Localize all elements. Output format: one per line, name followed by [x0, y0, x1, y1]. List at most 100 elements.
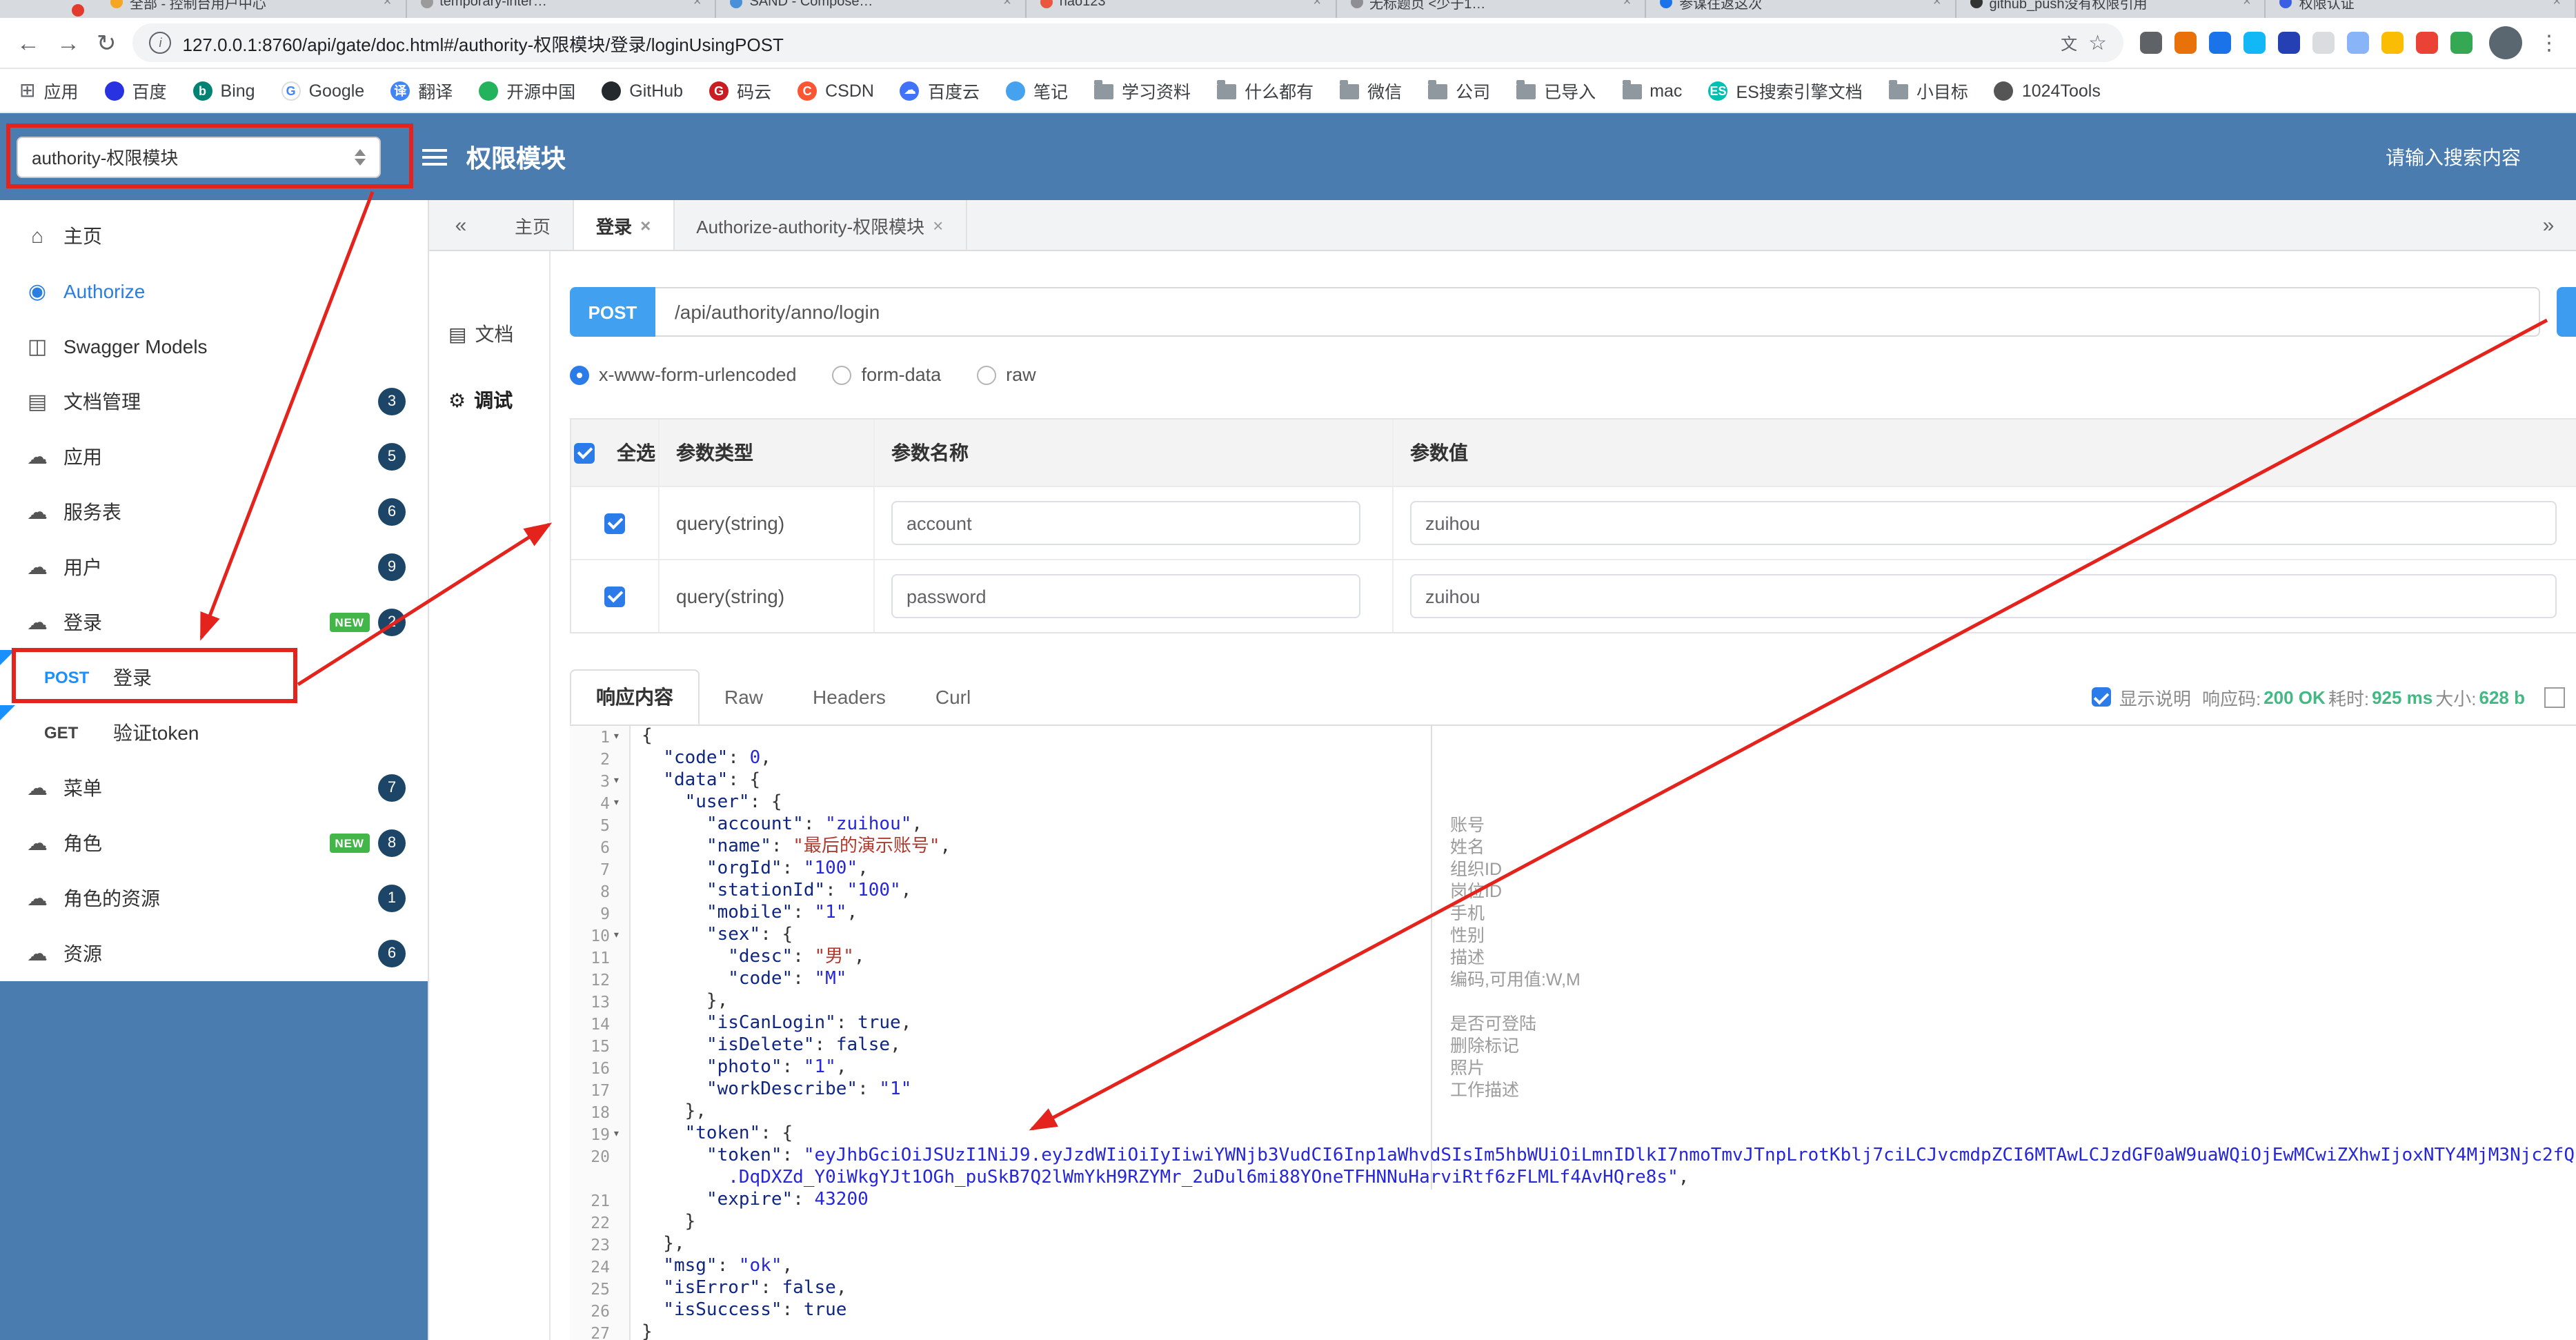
- browser-tab[interactable]: 全部 - 控制台用户中心 ×: [97, 0, 407, 18]
- browser-menu-icon[interactable]: ⋮: [2539, 30, 2559, 55]
- sidebar-item[interactable]: ◫ Swagger Models: [0, 319, 428, 374]
- tab-close-icon[interactable]: ×: [2553, 0, 2561, 9]
- bookmark-item[interactable]: ⊞ 应用: [19, 77, 79, 104]
- browser-tab[interactable]: hao123 ×: [1027, 0, 1336, 18]
- extension-icon[interactable]: [2140, 32, 2162, 54]
- document-tab[interactable]: Authorize-authority-权限模块 ×: [674, 200, 967, 250]
- forward-icon[interactable]: →: [57, 31, 80, 55]
- bookmark-item[interactable]: 微信: [1340, 77, 1402, 104]
- extension-icon[interactable]: [2278, 32, 2300, 54]
- fold-icon[interactable]: ▾: [613, 1123, 625, 1145]
- bookmark-item[interactable]: b Bing: [192, 81, 255, 100]
- response-tab[interactable]: Curl: [911, 669, 995, 725]
- sidebar-item[interactable]: ⌂ 主页: [0, 208, 428, 264]
- module-select[interactable]: authority-权限模块: [17, 136, 381, 177]
- bookmark-item[interactable]: ☁ 百度云: [900, 77, 980, 104]
- browser-tab[interactable]: 参谋往返这次 ×: [1646, 0, 1956, 18]
- send-button[interactable]: 发送: [2557, 287, 2576, 337]
- sidebar-item[interactable]: ▤ 文档管理 3: [0, 374, 428, 429]
- collapse-right-icon[interactable]: »: [2521, 213, 2576, 237]
- json-code[interactable]: 1 ▾{2 "code": 0, 3 ▾ "data": {4 ▾ "user": {5…: [570, 726, 2576, 1340]
- tab-close-icon[interactable]: ×: [1313, 0, 1321, 9]
- address-bar[interactable]: i 127.0.0.1:8760/api/gate/doc.html#/auth…: [132, 23, 2123, 62]
- row-checkbox[interactable]: [604, 586, 625, 607]
- sidebar-item[interactable]: ☁ 菜单 7: [0, 760, 428, 816]
- tab-close-icon[interactable]: ×: [2243, 0, 2251, 9]
- tab-close-icon[interactable]: ×: [640, 215, 651, 235]
- extension-icon[interactable]: [2450, 32, 2473, 54]
- extension-icon[interactable]: [2243, 32, 2266, 54]
- bookmark-item[interactable]: G 码云: [709, 77, 771, 104]
- show-desc-checkbox[interactable]: [2091, 687, 2111, 707]
- bookmark-item[interactable]: G Google: [281, 81, 364, 100]
- bookmark-item[interactable]: ES ES搜索引擎文档: [1708, 77, 1863, 104]
- bookmark-star-icon[interactable]: ☆: [2088, 30, 2107, 55]
- tab-close-icon[interactable]: ×: [693, 0, 702, 9]
- extension-icon[interactable]: [2312, 32, 2335, 54]
- rail-tab[interactable]: ▤ 文档: [429, 301, 549, 367]
- extension-icon[interactable]: [2416, 32, 2438, 54]
- bookmark-item[interactable]: 公司: [1428, 77, 1490, 104]
- bookmark-item[interactable]: 学习资料: [1094, 77, 1191, 104]
- sidebar-item[interactable]: ☁ 服务表 6: [0, 484, 428, 540]
- fullscreen-icon[interactable]: [2544, 687, 2565, 707]
- bookmark-item[interactable]: 开源中国: [479, 77, 575, 104]
- url-text[interactable]: 127.0.0.1:8760/api/gate/doc.html#/author…: [183, 30, 784, 56]
- browser-tab[interactable]: temporary-inter… ×: [406, 0, 717, 18]
- tab-close-icon[interactable]: ×: [384, 0, 392, 9]
- bookmark-item[interactable]: 笔记: [1006, 77, 1068, 104]
- endpoint-path[interactable]: /api/authority/anno/login: [655, 287, 2540, 337]
- reload-icon[interactable]: ↻: [97, 31, 117, 55]
- sidebar-item[interactable]: ☁ 角色的资源 1: [0, 871, 428, 926]
- browser-tab[interactable]: github_push没有权限引用 ×: [1956, 0, 2266, 18]
- hamburger-icon[interactable]: [422, 148, 447, 165]
- body-type-radio[interactable]: form-data: [832, 364, 941, 385]
- response-tab[interactable]: Raw: [700, 669, 788, 725]
- extension-icon[interactable]: [2381, 32, 2404, 54]
- header-search-input[interactable]: 请输入搜索内容: [2386, 143, 2521, 170]
- tab-close-icon[interactable]: ×: [933, 215, 943, 235]
- fold-icon[interactable]: ▾: [613, 792, 625, 814]
- select-all-checkbox[interactable]: [574, 442, 595, 463]
- sidebar-item[interactable]: ◉ Authorize: [0, 264, 428, 319]
- sidebar-item[interactable]: ☁ 角色 NEW 8: [0, 816, 428, 871]
- sidebar-item[interactable]: ☁ 用户 9: [0, 540, 428, 595]
- extension-icon[interactable]: [2209, 32, 2231, 54]
- param-value-input[interactable]: [1410, 501, 2557, 545]
- collapse-left-icon[interactable]: «: [429, 213, 493, 237]
- row-checkbox[interactable]: [604, 513, 625, 533]
- bookmark-item[interactable]: 译 翻译: [390, 77, 453, 104]
- browser-tab[interactable]: SAND - Compose… ×: [717, 0, 1027, 18]
- profile-avatar[interactable]: [2489, 26, 2522, 59]
- document-tab[interactable]: 主页: [493, 200, 575, 250]
- bookmark-item[interactable]: 1024Tools: [1994, 81, 2101, 100]
- extension-icon[interactable]: [2347, 32, 2369, 54]
- bookmark-item[interactable]: 百度: [104, 77, 167, 104]
- fold-icon[interactable]: ▾: [613, 770, 625, 792]
- sidebar-item[interactable]: ☁ 应用 5: [0, 429, 428, 484]
- body-type-radio[interactable]: x-www-form-urlencoded: [570, 364, 797, 385]
- param-name-input[interactable]: [891, 574, 1360, 618]
- bookmark-item[interactable]: mac: [1622, 80, 1682, 100]
- response-tab[interactable]: 响应内容: [570, 669, 700, 725]
- bookmark-item[interactable]: GitHub: [602, 81, 683, 100]
- sidebar-item[interactable]: POST 登录: [0, 650, 428, 705]
- tab-close-icon[interactable]: ×: [1933, 0, 1941, 9]
- response-tab[interactable]: Headers: [788, 669, 911, 725]
- translate-icon[interactable]: 文: [2061, 31, 2077, 55]
- bookmark-item[interactable]: 什么都有: [1217, 77, 1314, 104]
- param-name-input[interactable]: [891, 501, 1360, 545]
- bookmark-item[interactable]: 已导入: [1516, 77, 1596, 104]
- bookmark-item[interactable]: C CSDN: [797, 81, 874, 100]
- extension-icon[interactable]: [2174, 32, 2197, 54]
- tab-close-icon[interactable]: ×: [1623, 0, 1632, 9]
- body-type-radio[interactable]: raw: [977, 364, 1036, 385]
- rail-tab[interactable]: ⚙ 调试: [429, 367, 549, 433]
- tab-close-icon[interactable]: ×: [1003, 0, 1011, 9]
- sidebar-item[interactable]: ☁ 登录 NEW 2: [0, 595, 428, 650]
- browser-tab[interactable]: 无标题页 <少于1… ×: [1336, 0, 1647, 18]
- bookmark-item[interactable]: 小目标: [1888, 77, 1968, 104]
- param-value-input[interactable]: [1410, 574, 2557, 618]
- page-info-icon[interactable]: i: [149, 32, 172, 54]
- back-icon[interactable]: ←: [17, 31, 40, 55]
